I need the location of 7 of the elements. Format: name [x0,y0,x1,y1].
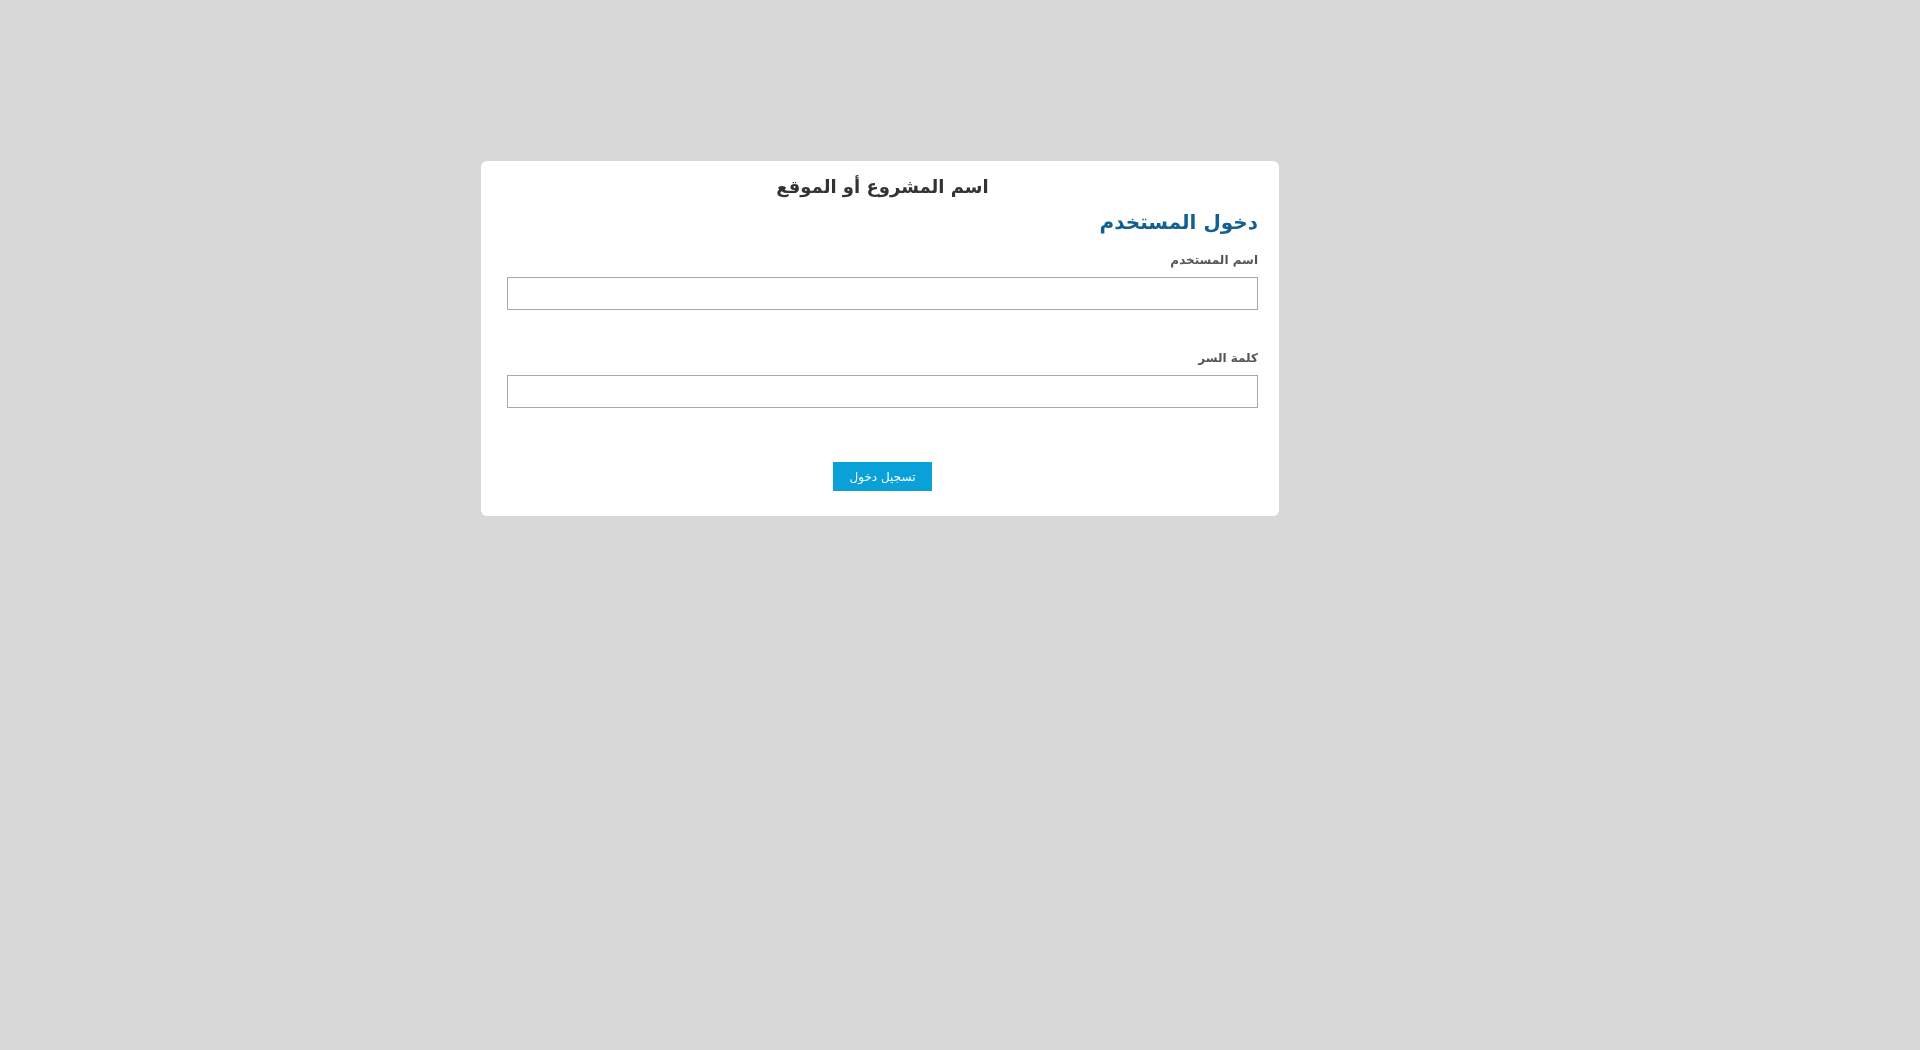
input-field[interactable] [507,277,1258,310]
login-button[interactable]: تسجيل دخول [833,462,932,491]
field-label: كلمة السر [1198,350,1258,367]
field-label: اسم المستخدم [1170,252,1258,269]
form-heading: دخول المستخدم [1099,209,1258,236]
input-field[interactable] [507,375,1258,408]
site-title: اسم المشروع أو الموقع [775,174,990,200]
